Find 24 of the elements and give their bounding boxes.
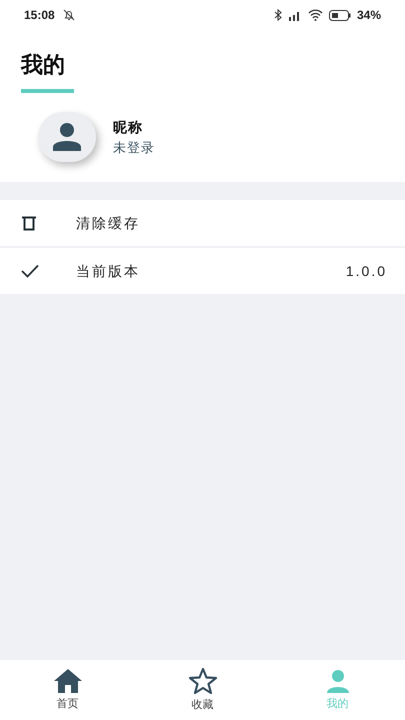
bluetooth-icon	[274, 9, 282, 21]
trash-icon	[21, 215, 37, 231]
bell-off-icon	[62, 9, 75, 21]
star-icon	[188, 666, 218, 695]
page-title: 我的	[21, 51, 65, 79]
check-icon	[21, 264, 39, 278]
menu-label: 当前版本	[76, 262, 140, 280]
home-icon	[52, 668, 82, 694]
nav-tab[interactable]: 首页	[0, 660, 135, 720]
status-time: 15:08	[24, 7, 55, 24]
nav-tab[interactable]: 收藏	[135, 660, 270, 720]
wifi-icon	[308, 9, 323, 21]
menu-label: 清除缓存	[76, 214, 140, 232]
version-number: 1.0.0	[346, 262, 387, 280]
title-underline	[21, 89, 74, 93]
menu-row[interactable]: 当前版本 1.0.0	[0, 248, 405, 294]
login-status: 未登录	[113, 138, 155, 157]
person-icon	[50, 122, 84, 152]
nickname: 昵称	[113, 118, 144, 137]
battery-icon	[328, 10, 351, 20]
menu-row[interactable]: 清除缓存	[0, 200, 405, 246]
battery-percent: 34%	[356, 7, 381, 24]
signal-icon	[288, 9, 302, 21]
person-icon	[324, 668, 350, 694]
